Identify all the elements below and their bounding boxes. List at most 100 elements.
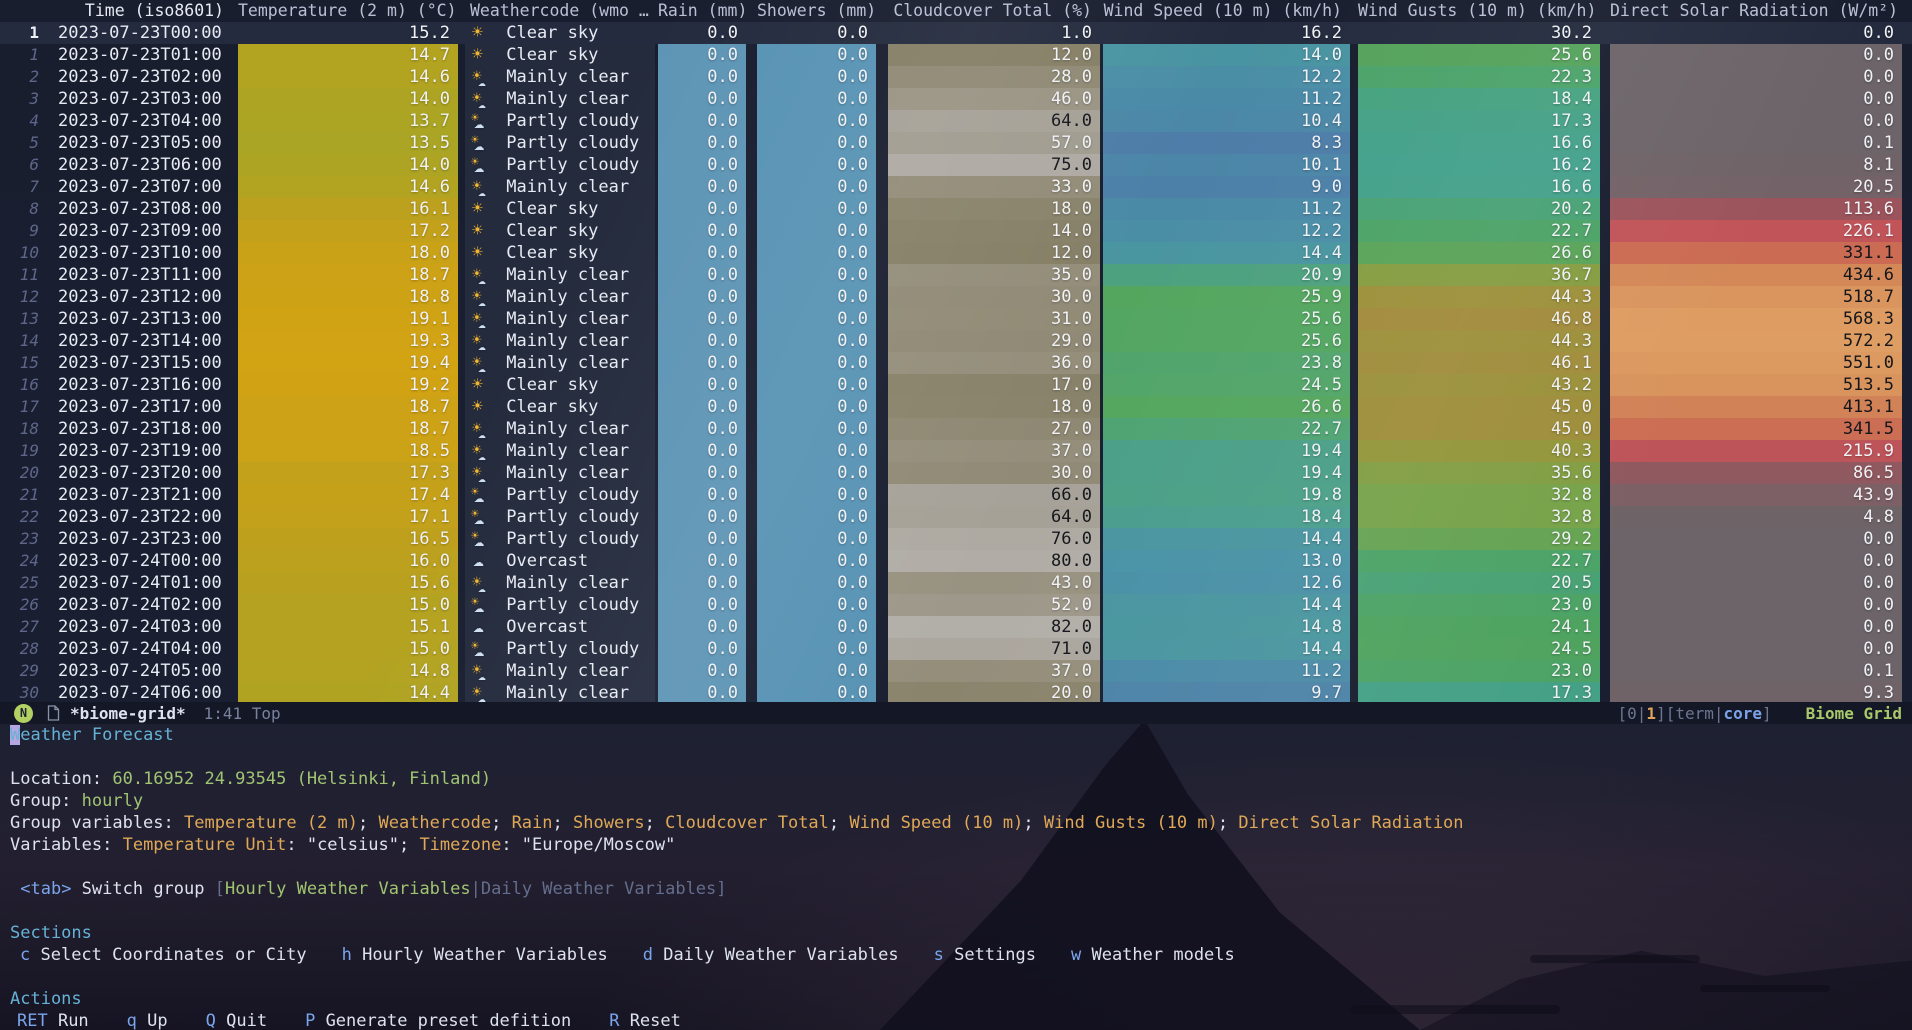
cell-cloudcover: 12.0: [888, 44, 1100, 66]
table-row[interactable]: 142023-07-23T14:0019.3☀☁ Mainly clear0.0…: [0, 330, 1912, 352]
section-daily-weather-variables[interactable]: d Daily Weather Variables: [643, 944, 899, 966]
action-quit[interactable]: Q Quit: [206, 1010, 267, 1030]
table-row[interactable]: 62023-07-23T06:0014.0☀☁ Partly cloudy0.0…: [0, 154, 1912, 176]
cell-cloudcover: 37.0: [888, 440, 1100, 462]
table-row[interactable]: 272023-07-24T03:0015.1☁ Overcast0.00.082…: [0, 616, 1912, 638]
table-row[interactable]: 52023-07-23T05:0013.5☀☁ Partly cloudy0.0…: [0, 132, 1912, 154]
section-settings[interactable]: s Settings: [934, 944, 1036, 966]
cell-cloudcover: 18.0: [888, 198, 1100, 220]
cell-wind-gusts: 43.2: [1358, 374, 1600, 396]
cell-weathercode: ☀☁ Mainly clear: [465, 308, 655, 330]
cell-wind-speed: 14.8: [1103, 616, 1350, 638]
table-row[interactable]: 262023-07-24T02:0015.0☀☁ Partly cloudy0.…: [0, 594, 1912, 616]
cell-showers: 0.0: [757, 660, 876, 682]
cell-wind-speed: 9.7: [1103, 682, 1350, 702]
cell-weathercode: ☁ Overcast: [465, 616, 655, 638]
section-select-coordinates-or-city[interactable]: c Select Coordinates or City: [20, 944, 307, 966]
line-number: 19: [0, 440, 48, 462]
cell-time: 2023-07-23T07:00: [48, 176, 234, 198]
cell-showers: 0.0: [757, 374, 876, 396]
section-weather-models[interactable]: w Weather models: [1071, 944, 1235, 966]
cell-time: 2023-07-23T16:00: [48, 374, 234, 396]
cell-wind-speed: 13.0: [1103, 550, 1350, 572]
table-row[interactable]: 12023-07-23T01:0014.7☀ Clear sky0.00.012…: [0, 44, 1912, 66]
table-row[interactable]: 12023-07-23T00:0015.2☀ Clear sky0.00.01.…: [0, 22, 1912, 44]
table-row[interactable]: 92023-07-23T09:0017.2☀ Clear sky0.00.014…: [0, 220, 1912, 242]
table-row[interactable]: 232023-07-23T23:0016.5☀☁ Partly cloudy0.…: [0, 528, 1912, 550]
cell-time: 2023-07-23T08:00: [48, 198, 234, 220]
table-row[interactable]: 72023-07-23T07:0014.6☀☁ Mainly clear0.00…: [0, 176, 1912, 198]
table-row[interactable]: 192023-07-23T19:0018.5☀☁ Mainly clear0.0…: [0, 440, 1912, 462]
table-row[interactable]: 32023-07-23T03:0014.0☀☁ Mainly clear0.00…: [0, 88, 1912, 110]
item-label: Select Coordinates or City: [30, 945, 306, 965]
table-row[interactable]: 222023-07-23T22:0017.1☀☁ Partly cloudy0.…: [0, 506, 1912, 528]
table-row[interactable]: 212023-07-23T21:0017.4☀☁ Partly cloudy0.…: [0, 484, 1912, 506]
weather-label: Mainly clear: [496, 177, 629, 197]
weather-label: Mainly clear: [496, 89, 629, 109]
table-row[interactable]: 22023-07-23T02:0014.6☀☁ Mainly clear0.00…: [0, 66, 1912, 88]
table-row[interactable]: 282023-07-24T04:0015.0☀☁ Partly cloudy0.…: [0, 638, 1912, 660]
cell-wind-gusts: 16.2: [1358, 154, 1600, 176]
table-row[interactable]: 112023-07-23T11:0018.7☀☁ Mainly clear0.0…: [0, 264, 1912, 286]
action-run[interactable]: RET Run: [17, 1010, 89, 1030]
cell-weathercode: ☁ Overcast: [465, 550, 655, 572]
table-row[interactable]: 252023-07-24T01:0015.6☀☁ Mainly clear0.0…: [0, 572, 1912, 594]
location-label: Location:: [10, 769, 112, 789]
key-hint: P: [305, 1011, 315, 1030]
line-number: 26: [0, 594, 48, 616]
table-row[interactable]: 202023-07-23T20:0017.3☀☁ Mainly clear0.0…: [0, 462, 1912, 484]
cell-temperature: 14.6: [238, 176, 458, 198]
table-row[interactable]: 292023-07-24T05:0014.8☀☁ Mainly clear0.0…: [0, 660, 1912, 682]
cell-temperature: 14.0: [238, 154, 458, 176]
table-row[interactable]: 122023-07-23T12:0018.8☀☁ Mainly clear0.0…: [0, 286, 1912, 308]
buffer-name[interactable]: *biome-grid*: [70, 704, 186, 723]
table-row[interactable]: 302023-07-24T06:0014.4☀☁ Mainly clear0.0…: [0, 682, 1912, 702]
section-hourly-weather-variables[interactable]: h Hourly Weather Variables: [342, 944, 608, 966]
workspace-layer[interactable]: core: [1724, 704, 1763, 723]
sun-small-cloud-icon: ☀☁: [470, 660, 496, 682]
cell-cloudcover: 1.0: [888, 22, 1100, 44]
action-reset[interactable]: R Reset: [609, 1010, 681, 1030]
cell-showers: 0.0: [757, 682, 876, 702]
cell-weathercode: ☀☁ Mainly clear: [465, 462, 655, 484]
modeline: N *biome-grid* 1:41 Top [0|1][term|core]…: [0, 702, 1912, 724]
cell-wind-gusts: 24.5: [1358, 638, 1600, 660]
cell-showers: 0.0: [757, 66, 876, 88]
col-header-wind-speed: Wind Speed (10 m) (km/h): [1103, 0, 1350, 22]
table-row[interactable]: 162023-07-23T16:0019.2☀ Clear sky0.00.01…: [0, 374, 1912, 396]
cell-weathercode: ☀ Clear sky: [465, 198, 655, 220]
table-row[interactable]: 102023-07-23T10:0018.0☀ Clear sky0.00.01…: [0, 242, 1912, 264]
cell-wind-gusts: 35.6: [1358, 462, 1600, 484]
group-variable: Wind Gusts (10 m): [1044, 813, 1218, 833]
cell-temperature: 16.0: [238, 550, 458, 572]
sun-icon: ☀: [470, 44, 496, 66]
table-row[interactable]: 182023-07-23T18:0018.7☀☁ Mainly clear0.0…: [0, 418, 1912, 440]
table-row[interactable]: 42023-07-23T04:0013.7☀☁ Partly cloudy0.0…: [0, 110, 1912, 132]
cell-showers: 0.0: [757, 132, 876, 154]
cell-solar-radiation: 0.0: [1610, 638, 1902, 660]
table-row[interactable]: 172023-07-23T17:0018.7☀ Clear sky0.00.01…: [0, 396, 1912, 418]
table-row[interactable]: 82023-07-23T08:0016.1☀ Clear sky0.00.018…: [0, 198, 1912, 220]
action-generate-preset-defition[interactable]: P Generate preset defition: [305, 1010, 571, 1030]
tab-option-hourly[interactable]: Hourly Weather Variables: [225, 879, 471, 899]
workspace-term[interactable]: ][term|: [1656, 704, 1723, 723]
table-row[interactable]: 242023-07-24T00:0016.0☁ Overcast0.00.080…: [0, 550, 1912, 572]
cell-solar-radiation: 572.2: [1610, 330, 1902, 352]
location-value: 60.16952 24.93545 (Helsinki, Finland): [112, 769, 491, 789]
table-row[interactable]: 132023-07-23T13:0019.1☀☁ Mainly clear0.0…: [0, 308, 1912, 330]
table-row[interactable]: 152023-07-23T15:0019.4☀☁ Mainly clear0.0…: [0, 352, 1912, 374]
cell-rain: 0.0: [658, 594, 746, 616]
cell-wind-gusts: 17.3: [1358, 682, 1600, 702]
key-hint: Q: [206, 1011, 216, 1030]
workspace-indicator[interactable]: [0|: [1618, 704, 1647, 723]
sun-small-cloud-icon: ☀☁: [470, 308, 496, 330]
tab-option-daily[interactable]: Daily Weather Variables: [481, 879, 716, 899]
workspace-current[interactable]: 1: [1646, 704, 1656, 723]
line-number: 6: [0, 154, 48, 176]
action-up[interactable]: q Up: [127, 1010, 168, 1030]
cell-cloudcover: 27.0: [888, 418, 1100, 440]
major-mode-name[interactable]: Biome Grid: [1806, 704, 1902, 723]
cell-temperature: 14.6: [238, 66, 458, 88]
sun-behind-cloud-icon: ☀☁: [470, 638, 496, 660]
group-value: hourly: [82, 791, 143, 811]
